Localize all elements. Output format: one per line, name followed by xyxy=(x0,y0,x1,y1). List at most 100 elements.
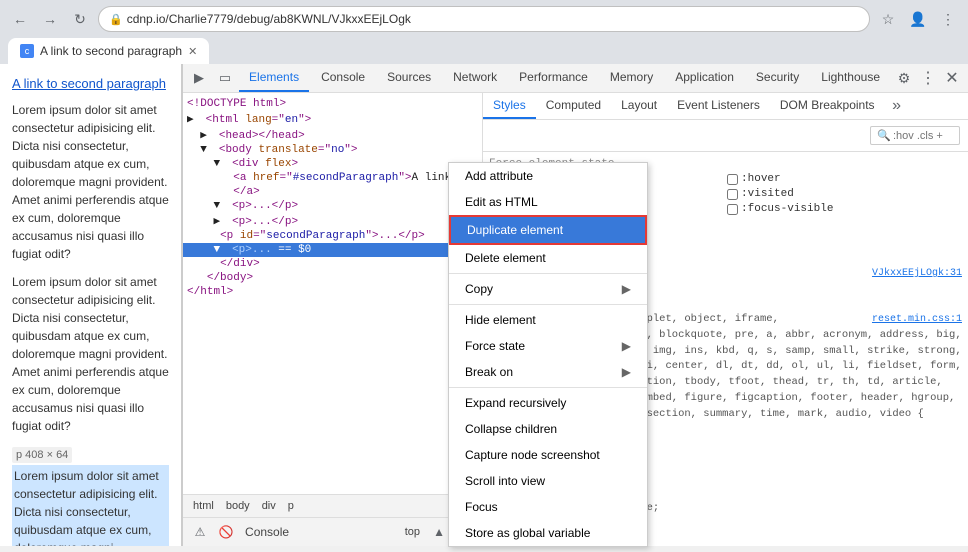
console-filter-button[interactable]: 🚫 xyxy=(215,521,237,543)
styles-more-button[interactable]: » xyxy=(885,94,909,118)
styles-subtabs: Styles Computed Layout Event Listeners D… xyxy=(483,93,968,120)
forward-button[interactable]: → xyxy=(38,7,62,31)
context-menu-capture-label: Capture node screenshot xyxy=(465,448,600,462)
context-menu-scroll-label: Scroll into view xyxy=(465,474,545,488)
breadcrumb-div[interactable]: div xyxy=(258,498,280,514)
dom-line-p2[interactable]: ▶ <p>...</p> xyxy=(183,213,482,229)
context-menu-expand-label: Expand recursively xyxy=(465,396,566,410)
context-menu-break-label: Break on xyxy=(465,365,513,379)
browser-tab[interactable]: c A link to second paragraph ✕ xyxy=(8,38,209,64)
console-errors-button[interactable]: ⚠ xyxy=(189,521,211,543)
console-expand-button[interactable]: ▲ xyxy=(428,521,450,543)
tab-application[interactable]: Application xyxy=(665,64,744,92)
back-button[interactable]: ← xyxy=(8,7,32,31)
tab-network[interactable]: Network xyxy=(443,64,507,92)
tab-console[interactable]: Console xyxy=(311,64,375,92)
dom-line-p-id[interactable]: <p id="secondParagraph">...</p> xyxy=(183,229,482,243)
context-menu-collapse[interactable]: Collapse children xyxy=(449,416,647,442)
dom-line-p-selected[interactable]: ▼ <p>... == $0 xyxy=(183,243,482,257)
dom-line-html[interactable]: ▶ <html lang="en"> xyxy=(183,111,482,127)
context-menu-focus[interactable]: Focus xyxy=(449,494,647,520)
tab-memory[interactable]: Memory xyxy=(600,64,663,92)
dom-line-div[interactable]: ▼ <div flex> xyxy=(183,157,482,171)
tab-title: A link to second paragraph xyxy=(40,44,182,58)
reload-button[interactable]: ↻ xyxy=(68,7,92,31)
subtab-styles[interactable]: Styles xyxy=(483,93,536,119)
context-menu-sep-1 xyxy=(449,273,647,274)
address-bar[interactable]: 🔒 cdnp.io/Charlie7779/debug/ab8KWNL/VJkx… xyxy=(98,6,870,32)
subtab-dom-breakpoints[interactable]: DOM Breakpoints xyxy=(770,93,885,119)
context-menu-store-label: Store as global variable xyxy=(465,526,590,540)
dom-line-doctype[interactable]: <!DOCTYPE html> xyxy=(183,97,482,111)
second-paragraph-link[interactable]: A link to second paragraph xyxy=(12,76,169,91)
context-menu-duplicate-element[interactable]: Duplicate element xyxy=(449,215,647,245)
dom-triangle-div[interactable]: ▼ xyxy=(213,158,225,170)
rule-reset-link[interactable]: reset.min.css:1 xyxy=(872,312,962,327)
subtab-layout[interactable]: Layout xyxy=(611,93,667,119)
context-menu-add-attribute[interactable]: Add attribute xyxy=(449,163,647,189)
paragraph-2: Lorem ipsum dolor sit amet consectetur a… xyxy=(12,273,169,435)
dom-line-a-close[interactable]: </a> xyxy=(183,185,482,199)
context-menu-copy[interactable]: Copy ▶ xyxy=(449,276,647,302)
dom-triangle-body[interactable]: ▼ xyxy=(200,144,212,156)
menu-button[interactable]: ⋮ xyxy=(936,7,960,31)
lock-icon: 🔒 xyxy=(109,13,123,26)
devtools-main: <!DOCTYPE html> ▶ <html lang="en"> ▶ <he… xyxy=(183,93,968,546)
dom-triangle-html[interactable]: ▶ xyxy=(187,112,199,126)
tab-security[interactable]: Security xyxy=(746,64,809,92)
dom-line-div-close[interactable]: </div> xyxy=(183,257,482,271)
context-menu-edit-html-label: Edit as HTML xyxy=(465,195,538,209)
tab-close-button[interactable]: ✕ xyxy=(188,45,197,58)
nav-bar: ← → ↻ 🔒 cdnp.io/Charlie7779/debug/ab8KWN… xyxy=(0,0,968,38)
dom-line-body-close[interactable]: </body> xyxy=(183,271,482,285)
context-menu-delete-element[interactable]: Delete element xyxy=(449,245,647,271)
styles-filter-input-container[interactable]: 🔍 xyxy=(870,126,960,145)
context-menu-scroll[interactable]: Scroll into view xyxy=(449,468,647,494)
dom-triangle-head[interactable]: ▶ xyxy=(200,128,212,142)
console-top-link[interactable]: top xyxy=(405,526,420,538)
context-menu-capture[interactable]: Capture node screenshot xyxy=(449,442,647,468)
dom-line-body[interactable]: ▼ <body translate="no"> xyxy=(183,143,482,157)
console-bar: ⚠ 🚫 Console top ▲ ✕ xyxy=(183,517,482,546)
dom-line-a[interactable]: <a href="#secondParagraph">A link to sec… xyxy=(183,171,482,185)
tab-lighthouse[interactable]: Lighthouse xyxy=(811,64,890,92)
breadcrumb-body[interactable]: body xyxy=(222,498,254,514)
checkbox-hover[interactable]: :hover xyxy=(727,173,962,185)
paragraph-3-highlighted: Lorem ipsum dolor sit amet consectetur a… xyxy=(12,465,169,546)
tab-sources[interactable]: Sources xyxy=(377,64,441,92)
settings-button[interactable]: ⚙ xyxy=(892,66,916,90)
dom-doctype: <!DOCTYPE html> xyxy=(187,98,286,110)
context-menu-sep-3 xyxy=(449,387,647,388)
breadcrumb-p[interactable]: p xyxy=(284,498,298,514)
profile-button[interactable]: 👤 xyxy=(906,7,930,31)
styles-filter-input[interactable] xyxy=(893,130,953,142)
close-devtools-button[interactable]: ✕ xyxy=(940,66,964,90)
context-menu-expand[interactable]: Expand recursively xyxy=(449,390,647,416)
dom-tree[interactable]: <!DOCTYPE html> ▶ <html lang="en"> ▶ <he… xyxy=(183,93,482,494)
inspect-element-button[interactable]: ▶ xyxy=(187,66,211,90)
dom-head: <head></head> xyxy=(219,130,305,142)
console-tab-label[interactable]: Console xyxy=(241,523,293,541)
context-menu-break-arrow: ▶ xyxy=(622,365,631,379)
dom-line-html-close[interactable]: </html> xyxy=(183,285,482,299)
main-area: A link to second paragraph Lorem ipsum d… xyxy=(0,64,968,546)
more-options-button[interactable]: ⋮ xyxy=(916,66,940,90)
context-menu-edit-html[interactable]: Edit as HTML xyxy=(449,189,647,215)
dom-p1: <p>...</p> xyxy=(232,200,298,212)
bookmark-button[interactable]: ☆ xyxy=(876,7,900,31)
checkbox-visited[interactable]: :visited xyxy=(727,188,962,200)
checkbox-focus-visible[interactable]: :focus-visible xyxy=(727,203,962,215)
subtab-event-listeners[interactable]: Event Listeners xyxy=(667,93,770,119)
rule-a-p-link[interactable]: VJkxxEEjLOgk:31 xyxy=(872,268,962,279)
context-menu-force-state[interactable]: Force state ▶ xyxy=(449,333,647,359)
breadcrumb-html[interactable]: html xyxy=(189,498,218,514)
tab-elements[interactable]: Elements xyxy=(239,64,309,92)
context-menu-hide-element[interactable]: Hide element xyxy=(449,307,647,333)
subtab-computed[interactable]: Computed xyxy=(536,93,611,119)
context-menu-store-global[interactable]: Store as global variable xyxy=(449,520,647,546)
dom-line-head[interactable]: ▶ <head></head> xyxy=(183,127,482,143)
device-toolbar-button[interactable]: ▭ xyxy=(213,66,237,90)
tab-performance[interactable]: Performance xyxy=(509,64,598,92)
context-menu-break-on[interactable]: Break on ▶ xyxy=(449,359,647,385)
dom-line-p1[interactable]: ▼ <p>...</p> xyxy=(183,199,482,213)
